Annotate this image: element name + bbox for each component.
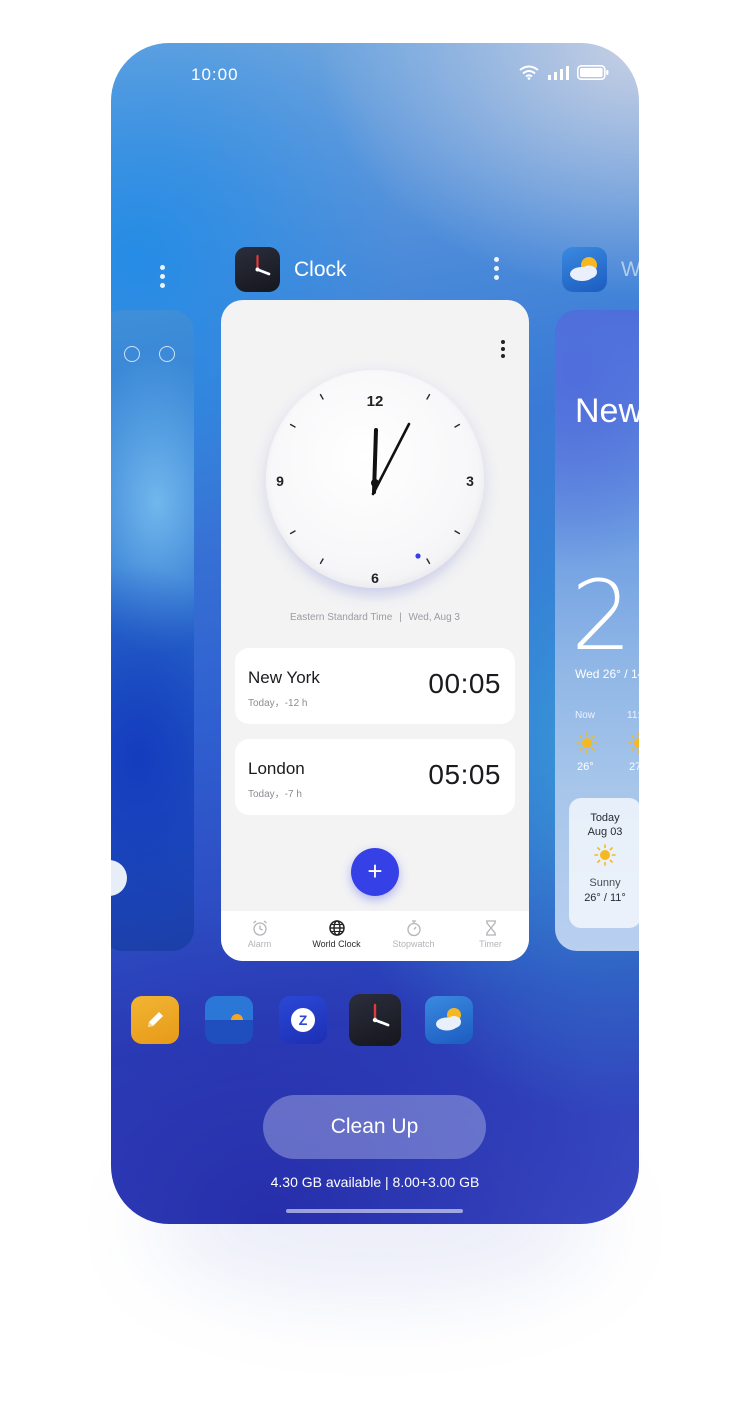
clock-app-card[interactable]: 12 3 6 9 Eastern Standard Time | Wed, Au… — [221, 300, 529, 961]
clock-app-title: Clock — [294, 257, 347, 281]
city-name: London — [248, 759, 305, 778]
dial-number-3: 3 — [466, 473, 474, 489]
notes-app-icon[interactable] — [131, 996, 179, 1044]
wifi-icon — [519, 65, 539, 80]
home-indicator[interactable] — [286, 1209, 463, 1213]
clock-app-icon[interactable] — [349, 994, 401, 1046]
clock-app-icon — [235, 247, 280, 292]
tab-stopwatch[interactable]: Stopwatch — [379, 919, 449, 949]
stopwatch-icon — [406, 920, 421, 937]
weather-city: New — [575, 392, 639, 430]
tab-label: Stopwatch — [392, 939, 435, 949]
tab-label: Alarm — [247, 939, 272, 949]
weather-app-icon[interactable] — [425, 996, 473, 1044]
world-clock-row[interactable]: New York Today，-12 h 00:05 — [235, 648, 515, 724]
hourly-temp: 27 — [629, 761, 639, 773]
forecast-date: Aug 03 — [587, 826, 623, 838]
tab-world-clock[interactable]: World Clock — [302, 919, 372, 949]
alarm-icon — [252, 920, 267, 936]
signal-icon — [547, 65, 569, 80]
more-options-icon[interactable] — [501, 340, 505, 361]
bottom-tab-bar: Alarm World Clock Stopwatch Timer — [221, 911, 529, 961]
city-time: 05:05 — [428, 759, 501, 790]
status-icons — [519, 65, 609, 80]
timezone-line: Eastern Standard Time | Wed, Aug 3 — [221, 612, 529, 623]
forecast-condition: Sunny — [589, 877, 621, 889]
profile-icon — [159, 346, 175, 362]
weather-app-icon — [562, 247, 607, 292]
hourglass-icon — [485, 920, 496, 936]
music-icon — [124, 346, 140, 362]
hourly-label: 11: — [627, 710, 639, 721]
hourly-label: Now — [575, 710, 596, 721]
analog-clock: 12 3 6 9 — [266, 370, 484, 602]
add-city-button[interactable]: + — [351, 848, 399, 896]
sun-icon — [576, 732, 598, 754]
timezone-separator: | — [399, 612, 402, 623]
clock-face: 12 3 6 9 — [266, 370, 484, 588]
status-time: 10:00 — [191, 65, 239, 84]
city-time: 00:05 — [428, 668, 501, 699]
forecast-range: 26° / 11° — [584, 892, 626, 904]
date-label: Wed, Aug 3 — [408, 612, 460, 623]
dial-number-9: 9 — [276, 473, 284, 489]
city-name: New York — [248, 668, 320, 687]
tab-timer[interactable]: Timer — [456, 919, 526, 949]
hourly-temp: 26° — [577, 761, 594, 773]
clock-app-header[interactable]: Clock — [235, 247, 347, 292]
weather-date-line: Wed 26° / 14 — [575, 667, 639, 681]
globe-icon — [328, 920, 345, 936]
tab-label: Timer — [479, 939, 502, 949]
weather-app-card[interactable]: New 26 Wed 26° / 14 Now 11: 26° 27 Today… — [555, 310, 639, 951]
z-app-icon[interactable]: Z — [279, 996, 327, 1044]
tab-alarm[interactable]: Alarm — [225, 919, 295, 949]
battery-icon — [577, 65, 609, 80]
phone-screen: 10:00 Clock 12 3 6 9 Eastern Standard Ti… — [111, 43, 639, 1224]
left-card-knob — [111, 860, 127, 896]
daily-forecast-card[interactable]: Today Aug 03 Sunny 26° / 11° — [569, 798, 639, 928]
tab-label: World Clock — [312, 939, 361, 949]
memory-status: 4.30 GB available | 8.00+3.00 GB — [270, 1174, 480, 1190]
left-app-card[interactable] — [111, 310, 194, 951]
left-card-menu-icon[interactable] — [160, 265, 166, 292]
dial-number-12: 12 — [367, 393, 384, 410]
weather-app-title: W — [621, 257, 639, 281]
gallery-app-icon[interactable] — [205, 996, 253, 1044]
city-offset: Today，-7 h — [248, 789, 302, 800]
clock-card-menu-icon[interactable] — [494, 257, 500, 284]
sun-icon — [628, 732, 639, 754]
second-marker — [415, 553, 421, 559]
clock-center — [371, 479, 379, 487]
world-clock-row[interactable]: London Today，-7 h 05:05 — [235, 739, 515, 815]
dial-number-6: 6 — [371, 570, 379, 586]
forecast-day: Today — [590, 812, 620, 824]
weather-app-header[interactable]: W — [562, 247, 639, 292]
sun-icon — [594, 844, 616, 866]
svg-text:Z: Z — [299, 1012, 308, 1028]
city-offset: Today，-12 h — [248, 698, 308, 709]
timezone-label: Eastern Standard Time — [290, 612, 393, 623]
clean-up-button[interactable]: Clean Up — [263, 1095, 486, 1159]
weather-temperature: 26 — [571, 560, 639, 672]
